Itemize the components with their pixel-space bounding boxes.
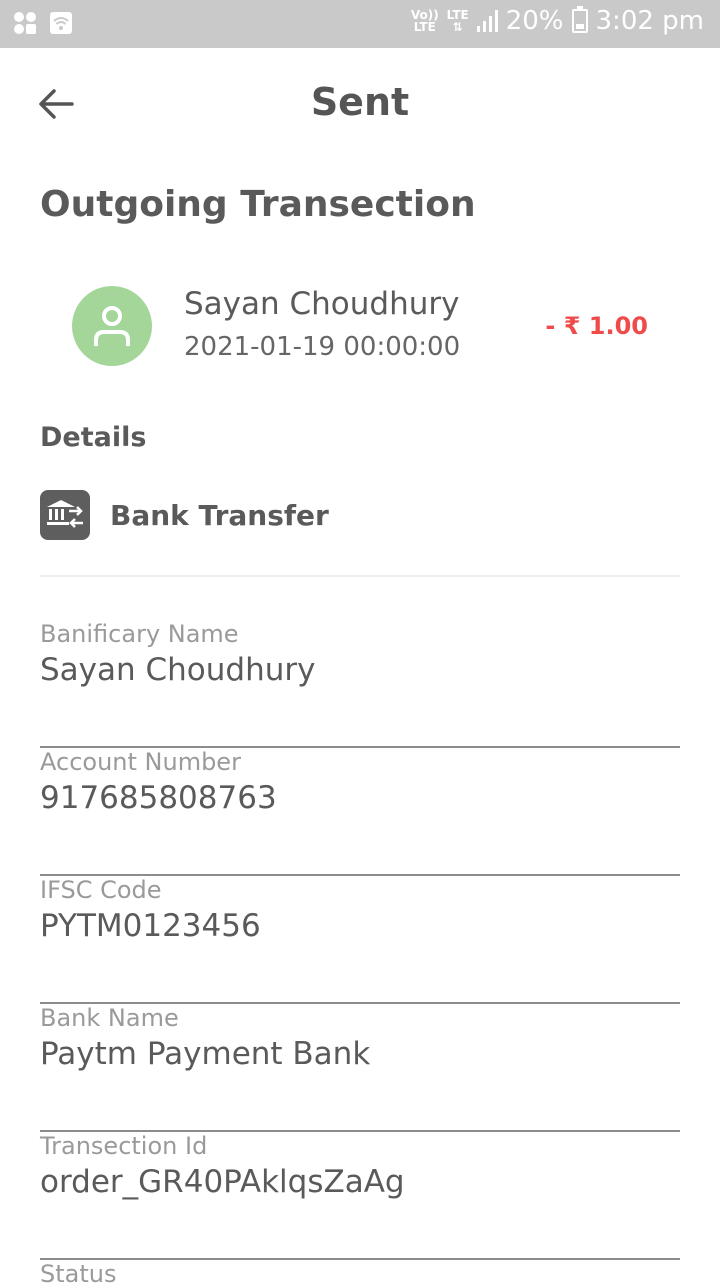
volte-bottom: LTE	[413, 20, 436, 34]
volte-indicator: Vo)) LTE	[411, 9, 439, 33]
app-grid-icon	[12, 10, 38, 36]
transaction-datetime: 2021-01-19 00:00:00	[184, 332, 461, 362]
user-icon	[94, 306, 130, 346]
details-heading: Details	[40, 422, 147, 453]
divider	[40, 575, 680, 577]
field-value: order_GR40PAklqsZaAg	[40, 1164, 405, 1200]
field-account-number: Account Number 917685808763	[40, 748, 680, 876]
field-ifsc-code: IFSC Code PYTM0123456	[40, 876, 680, 1004]
field-transaction-id: Transection Id order_GR40PAklqsZaAg	[40, 1132, 680, 1260]
field-status: Status	[40, 1260, 680, 1288]
field-value: Paytm Payment Bank	[40, 1036, 371, 1072]
field-beneficiary-name: Banificary Name Sayan Choudhury	[40, 620, 680, 748]
avatar	[72, 286, 152, 366]
lte-indicator: LTE ⇅	[447, 9, 469, 33]
field-label: Account Number	[40, 748, 241, 776]
signal-icon	[476, 10, 498, 32]
transaction-amount: - ₹ 1.00	[545, 312, 648, 340]
field-value: 917685808763	[40, 780, 277, 816]
payment-method-label: Bank Transfer	[110, 498, 329, 532]
status-bar: Vo)) LTE LTE ⇅ 20% 3:02 pm	[0, 0, 720, 48]
section-heading: Outgoing Transection	[40, 184, 476, 225]
field-label: Bank Name	[40, 1004, 179, 1032]
bank-transfer-icon	[40, 490, 90, 540]
clock: 3:02 pm	[595, 6, 704, 36]
battery-percent: 20%	[505, 6, 564, 36]
field-label: Banificary Name	[40, 620, 239, 648]
field-label: Status	[40, 1260, 117, 1288]
battery-icon	[571, 6, 588, 33]
field-label: IFSC Code	[40, 876, 162, 904]
wifi-icon	[48, 10, 74, 36]
field-value: Sayan Choudhury	[40, 652, 316, 688]
field-label: Transection Id	[40, 1132, 208, 1160]
field-bank-name: Bank Name Paytm Payment Bank	[40, 1004, 680, 1132]
payment-method: Bank Transfer	[40, 490, 329, 540]
recipient-name: Sayan Choudhury	[184, 286, 460, 322]
data-arrows-icon: ⇅	[452, 20, 463, 34]
page-title: Sent	[310, 80, 410, 124]
field-value: PYTM0123456	[40, 908, 261, 944]
app-bar: Sent	[0, 48, 720, 160]
transaction-summary: Sayan Choudhury 2021-01-19 00:00:00 - ₹ …	[72, 284, 680, 368]
